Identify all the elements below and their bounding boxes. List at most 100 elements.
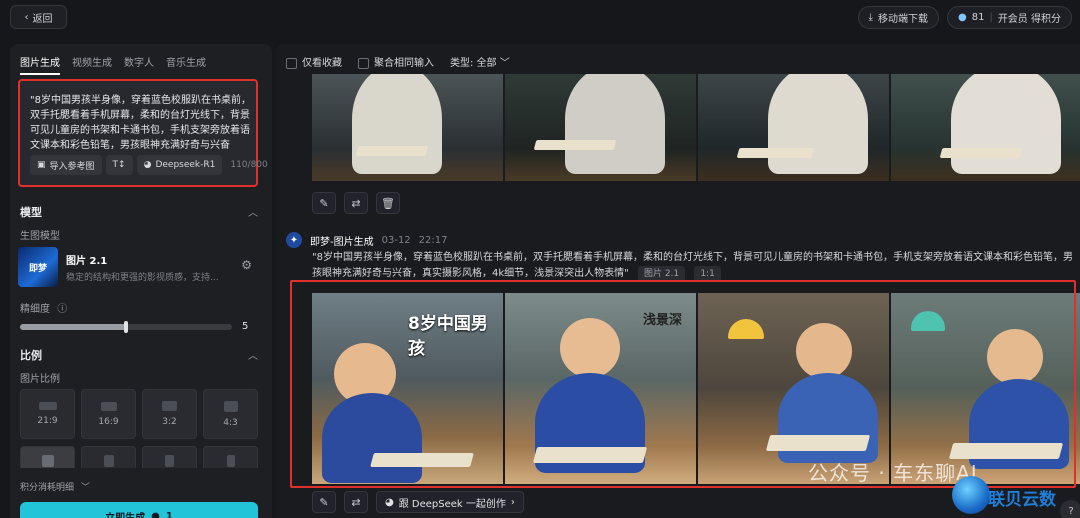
model-tag: 图片 2.1 [637, 266, 686, 282]
figure-shape [565, 74, 665, 174]
tab-digital-human[interactable]: 数字人 [124, 54, 154, 75]
figure-shape [352, 74, 442, 174]
detail-slider-fill [20, 324, 126, 330]
filter-type-label: 类型: 全部 [450, 58, 497, 69]
filter-merge[interactable]: 聚合相同输入 [358, 54, 434, 69]
figure-shape [951, 74, 1061, 174]
back-label: 返回 [32, 13, 53, 25]
generation-prompt: "8岁中国男孩半身像，穿着蓝色校服趴在书桌前，双手托腮看着手机屏幕，柔和的台灯光… [312, 250, 1080, 282]
generate-label: 立即生成 [105, 512, 146, 518]
generation-date: 03-12 [381, 234, 411, 246]
credits-button[interactable]: ● 81 | 开会员 得积分 [946, 6, 1072, 29]
detail-label: 精细度 ⓘ [20, 300, 67, 315]
mode-tabs: 图片生成 视频生成 数字人 音乐生成 [20, 54, 206, 75]
text-format-icon: T↕ [112, 160, 126, 170]
sliders-icon[interactable]: ⚙ [241, 258, 252, 272]
watermark-text: 公众号 · 车东聊AI [808, 461, 978, 485]
ratio-shape-icon [103, 455, 114, 467]
filter-collect[interactable]: 仅看收藏 [286, 54, 342, 69]
ratio-shape-icon [165, 455, 174, 467]
generated-image-3[interactable] [698, 293, 889, 484]
prompt-input[interactable]: "8岁中国男孩半身像，穿着蓝色校服趴在书桌前，双手托腮看着手机屏幕，柔和的台灯光… [30, 93, 252, 149]
generate-button[interactable]: 立即生成 ● 1 [20, 502, 258, 518]
ratio-option-16-9[interactable]: 16:9 [81, 389, 136, 439]
detail-slider[interactable] [20, 321, 232, 333]
ratio-shape-icon [100, 401, 117, 411]
tab-music[interactable]: 音乐生成 [166, 54, 206, 75]
generated-image-1[interactable]: 8岁中国男孩 [312, 293, 503, 484]
ratio-section-title: 比例 [20, 349, 42, 362]
deepseek-create-label: 跟 DeepSeek 一起创作 [398, 498, 506, 510]
edit-icon[interactable]: ✎ [312, 192, 336, 214]
previous-image-4[interactable] [891, 74, 1080, 181]
previous-image-2[interactable] [505, 74, 696, 181]
book-shape [939, 148, 1023, 158]
ratio-shape-icon [226, 455, 235, 467]
generation-actions: ✎ ⇄ ◕ 跟 DeepSeek 一起创作 › [312, 491, 524, 513]
credits-detail-label: 积分消耗明细 [20, 483, 75, 493]
collapse-ratio-icon[interactable]: ︿ [248, 347, 258, 362]
regenerate-icon[interactable]: ⇄ [344, 491, 368, 513]
generated-image-4[interactable] [891, 293, 1080, 484]
ratio-label-4-3: 4:3 [223, 417, 238, 428]
previous-image-1[interactable] [312, 74, 503, 181]
previous-actions: ✎ ⇄ 🗑 [312, 192, 400, 214]
gen-model-label: 生图模型 [20, 231, 60, 242]
filter-type-dropdown[interactable]: 类型: 全部 ﹀ [450, 54, 510, 69]
edit-icon[interactable]: ✎ [312, 491, 336, 513]
ratio-shape-icon [223, 400, 238, 412]
previous-image-row [312, 74, 1080, 181]
filter-bar: 仅看收藏 聚合相同输入 类型: 全部 ﹀ [286, 54, 510, 69]
previous-image-3[interactable] [698, 74, 889, 181]
chevron-down-icon: ﹀ [499, 58, 510, 69]
ratio-option-1-1[interactable] [20, 446, 75, 468]
ratio-option-3-2[interactable]: 3:2 [142, 389, 197, 439]
figure-shape [768, 74, 868, 174]
book-shape [370, 453, 474, 467]
back-button[interactable]: ‹ 返回 [10, 5, 67, 29]
regenerate-icon[interactable]: ⇄ [344, 192, 368, 214]
book-shape [736, 148, 815, 158]
info-icon[interactable]: ⓘ [57, 304, 67, 315]
detail-slider-handle[interactable] [124, 321, 128, 333]
ratio-option-2-3[interactable] [142, 446, 197, 468]
face-shape [796, 323, 852, 379]
ratio-shape-icon [162, 401, 177, 411]
help-label: ? [1068, 505, 1074, 517]
uniform-shape [322, 393, 422, 483]
book-shape [532, 447, 648, 463]
model-card[interactable]: 即梦 图片 2.1 稳定的结构和更强的影视质感，支持... ⚙ [18, 246, 258, 288]
credits-detail-toggle[interactable]: 积分消耗明细 ﹀ [20, 480, 90, 493]
model-section-title: 模型 [20, 206, 42, 219]
image-add-icon: ▣ [37, 160, 46, 170]
ratio-shape-icon [38, 402, 57, 410]
ratio-option-4-3[interactable]: 4:3 [203, 389, 258, 439]
help-button[interactable]: ? [1060, 500, 1080, 518]
tab-image[interactable]: 图片生成 [20, 54, 60, 75]
book-shape [765, 435, 871, 451]
tab-video[interactable]: 视频生成 [72, 54, 112, 75]
mobile-download-button[interactable]: ⤓ 移动端下载 [857, 6, 939, 29]
generation-name: 即梦-图片生成 [310, 236, 374, 248]
deepseek-create-button[interactable]: ◕ 跟 DeepSeek 一起创作 › [376, 491, 524, 513]
collapse-model-icon[interactable]: ︿ [248, 204, 258, 219]
filter-collect-label: 仅看收藏 [302, 58, 342, 69]
download-icon: ⤓ [868, 12, 873, 23]
left-panel: 图片生成 视频生成 数字人 音乐生成 "8岁中国男孩半身像，穿着蓝色校服趴在书桌… [10, 44, 272, 518]
ratio-grid-row2 [20, 446, 258, 468]
prompt-box[interactable]: "8岁中国男孩半身像，穿着蓝色校服趴在书桌前，双手托腮看着手机屏幕，柔和的台灯光… [18, 79, 268, 187]
text-format-button[interactable]: T↕ [105, 155, 133, 175]
delete-icon[interactable]: 🗑 [376, 192, 400, 214]
model-thumbnail: 即梦 [18, 247, 58, 287]
deepseek-button[interactable]: ◕ Deepseek-R1 [136, 155, 223, 175]
ratio-option-21-9[interactable]: 21:9 [20, 389, 75, 439]
ratio-option-9-16[interactable] [203, 446, 258, 468]
ratio-label-3-2: 3:2 [162, 417, 177, 427]
import-reference-button[interactable]: ▣ 导入参考图 [30, 155, 102, 175]
generated-image-2[interactable]: 浅景深 [505, 293, 696, 484]
chevron-down-icon: ﹀ [80, 483, 90, 493]
char-count: 110/800 [230, 160, 268, 170]
model-desc: 稳定的结构和更强的影视质感，支持... [66, 272, 219, 283]
model-thumb-text: 即梦 [28, 263, 47, 274]
ratio-option-3-4[interactable] [81, 446, 136, 468]
